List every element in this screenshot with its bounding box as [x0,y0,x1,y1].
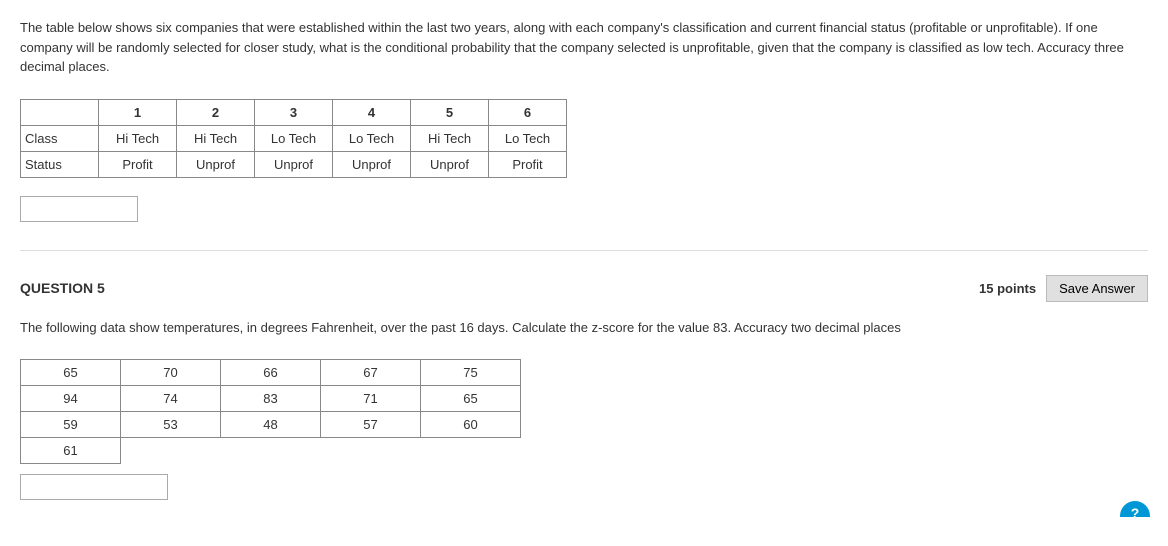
cell: 83 [221,386,321,412]
cell-empty [221,438,321,464]
q4-header-4: 4 [333,99,411,125]
q5-answer-input[interactable] [20,474,168,500]
cell: Unprof [177,151,255,177]
table-row: 94 74 83 71 65 [21,386,521,412]
q5-title: QUESTION 5 [20,280,105,296]
q5-prompt: The following data show temperatures, in… [20,318,1148,338]
table-row: 65 70 66 67 75 [21,360,521,386]
q4-header-1: 1 [99,99,177,125]
row-label-status: Status [21,151,99,177]
cell: Hi Tech [99,125,177,151]
cell: 71 [321,386,421,412]
divider [20,250,1148,251]
cell: Unprof [411,151,489,177]
table-row: 59 53 48 57 60 [21,412,521,438]
cell: 70 [121,360,221,386]
cell: Unprof [333,151,411,177]
q4-header-6: 6 [489,99,567,125]
cell: 53 [121,412,221,438]
cell: 60 [421,412,521,438]
table-row: Status Profit Unprof Unprof Unprof Unpro… [21,151,567,177]
table-row: Class Hi Tech Hi Tech Lo Tech Lo Tech Hi… [21,125,567,151]
row-label-class: Class [21,125,99,151]
cell: 65 [421,386,521,412]
q5-header: QUESTION 5 15 points Save Answer [20,275,1148,302]
cell: 61 [21,438,121,464]
cell: 57 [321,412,421,438]
q4-header-2: 2 [177,99,255,125]
cell: 66 [221,360,321,386]
cell: Lo Tech [255,125,333,151]
cell: 75 [421,360,521,386]
q5-points: 15 points [979,281,1036,296]
cell: Lo Tech [489,125,567,151]
cell: 94 [21,386,121,412]
cell: Hi Tech [177,125,255,151]
cell-empty [321,438,421,464]
q4-header-5: 5 [411,99,489,125]
q4-table: 1 2 3 4 5 6 Class Hi Tech Hi Tech Lo Tec… [20,99,567,178]
cell: Profit [489,151,567,177]
cell: 74 [121,386,221,412]
help-icon[interactable]: ? [1120,501,1150,517]
save-answer-button[interactable]: Save Answer [1046,275,1148,302]
cell: Unprof [255,151,333,177]
q4-answer-input[interactable] [20,196,138,222]
cell: 67 [321,360,421,386]
cell: 48 [221,412,321,438]
cell: 59 [21,412,121,438]
table-row: 61 [21,438,521,464]
cell-empty [421,438,521,464]
q4-header-blank [21,99,99,125]
cell: 65 [21,360,121,386]
cell: Profit [99,151,177,177]
q4-header-3: 3 [255,99,333,125]
q5-table: 65 70 66 67 75 94 74 83 71 65 59 53 48 5… [20,359,521,464]
cell-empty [121,438,221,464]
q4-prompt: The table below shows six companies that… [20,18,1148,77]
cell: Hi Tech [411,125,489,151]
cell: Lo Tech [333,125,411,151]
